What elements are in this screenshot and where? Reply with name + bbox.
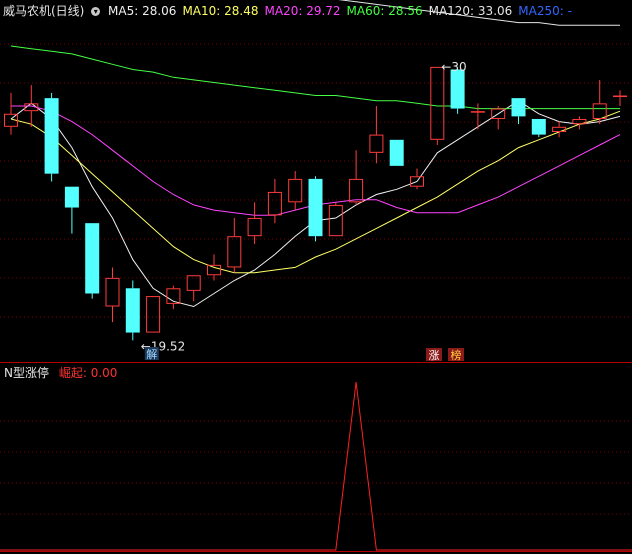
legend-item: MA60: 28.56 [346, 4, 423, 18]
legend-toggle-icon[interactable]: ▾ [91, 7, 101, 16]
high-price-label: ←30 [441, 60, 466, 74]
indicator-name[interactable]: N型涨停 [4, 366, 49, 380]
candle-body [146, 296, 161, 333]
candle-body [613, 95, 627, 98]
moving-average-lines [10, 0, 621, 308]
candle-body [247, 217, 262, 237]
candle-body [531, 118, 546, 135]
legend-item: MA20: 29.72 [264, 4, 341, 18]
candle-body [227, 236, 242, 268]
candle-body [470, 111, 485, 113]
n-limit-up-indicator [0, 381, 632, 551]
low-badge: 解 [146, 347, 157, 361]
candle-body [450, 69, 465, 109]
candle-body [511, 98, 526, 117]
candle-body [125, 288, 140, 333]
stock-title: 威马农机(日线) [3, 4, 85, 18]
candlesticks [4, 66, 627, 341]
candle-body [105, 277, 120, 307]
indicator-label: 崛起: 0.00 [58, 366, 118, 380]
candle-body [592, 103, 607, 119]
candle-body [328, 204, 343, 237]
candle-body [288, 178, 303, 203]
indicator-legend: N型涨停 崛起: 0.00 [4, 365, 117, 381]
ma60-line [10, 45, 620, 110]
legend-item: MA5: 28.06 [108, 4, 177, 18]
candle-body [389, 139, 404, 166]
zhang-badge: 涨 [429, 349, 440, 362]
candle-body [552, 126, 567, 132]
price-legend: 威马农机(日线) ▾ MA5: 28.06 MA10: 28.48 MA20: 29… [3, 3, 584, 19]
candle-body [207, 264, 221, 276]
candle-body [44, 98, 59, 174]
legend-item: MA120: 33.06 [428, 4, 513, 18]
candle-body [308, 178, 323, 237]
bang-badge: 榜 [451, 348, 462, 362]
legend-item: MA10: 28.48 [182, 4, 259, 18]
candle-body [267, 191, 282, 216]
candle-body [349, 178, 364, 203]
legend-item: MA250: - [518, 4, 572, 18]
kline-chart[interactable]: ←30←19.52解涨榜 [0, 0, 632, 554]
candle-body [64, 186, 79, 208]
price-annotations: ←30←19.52解涨榜 [141, 60, 467, 362]
candle-body [186, 275, 201, 291]
candle-body [430, 66, 445, 140]
indicator-line [0, 381, 632, 551]
candle-body [85, 223, 100, 294]
candle-body [369, 134, 384, 153]
